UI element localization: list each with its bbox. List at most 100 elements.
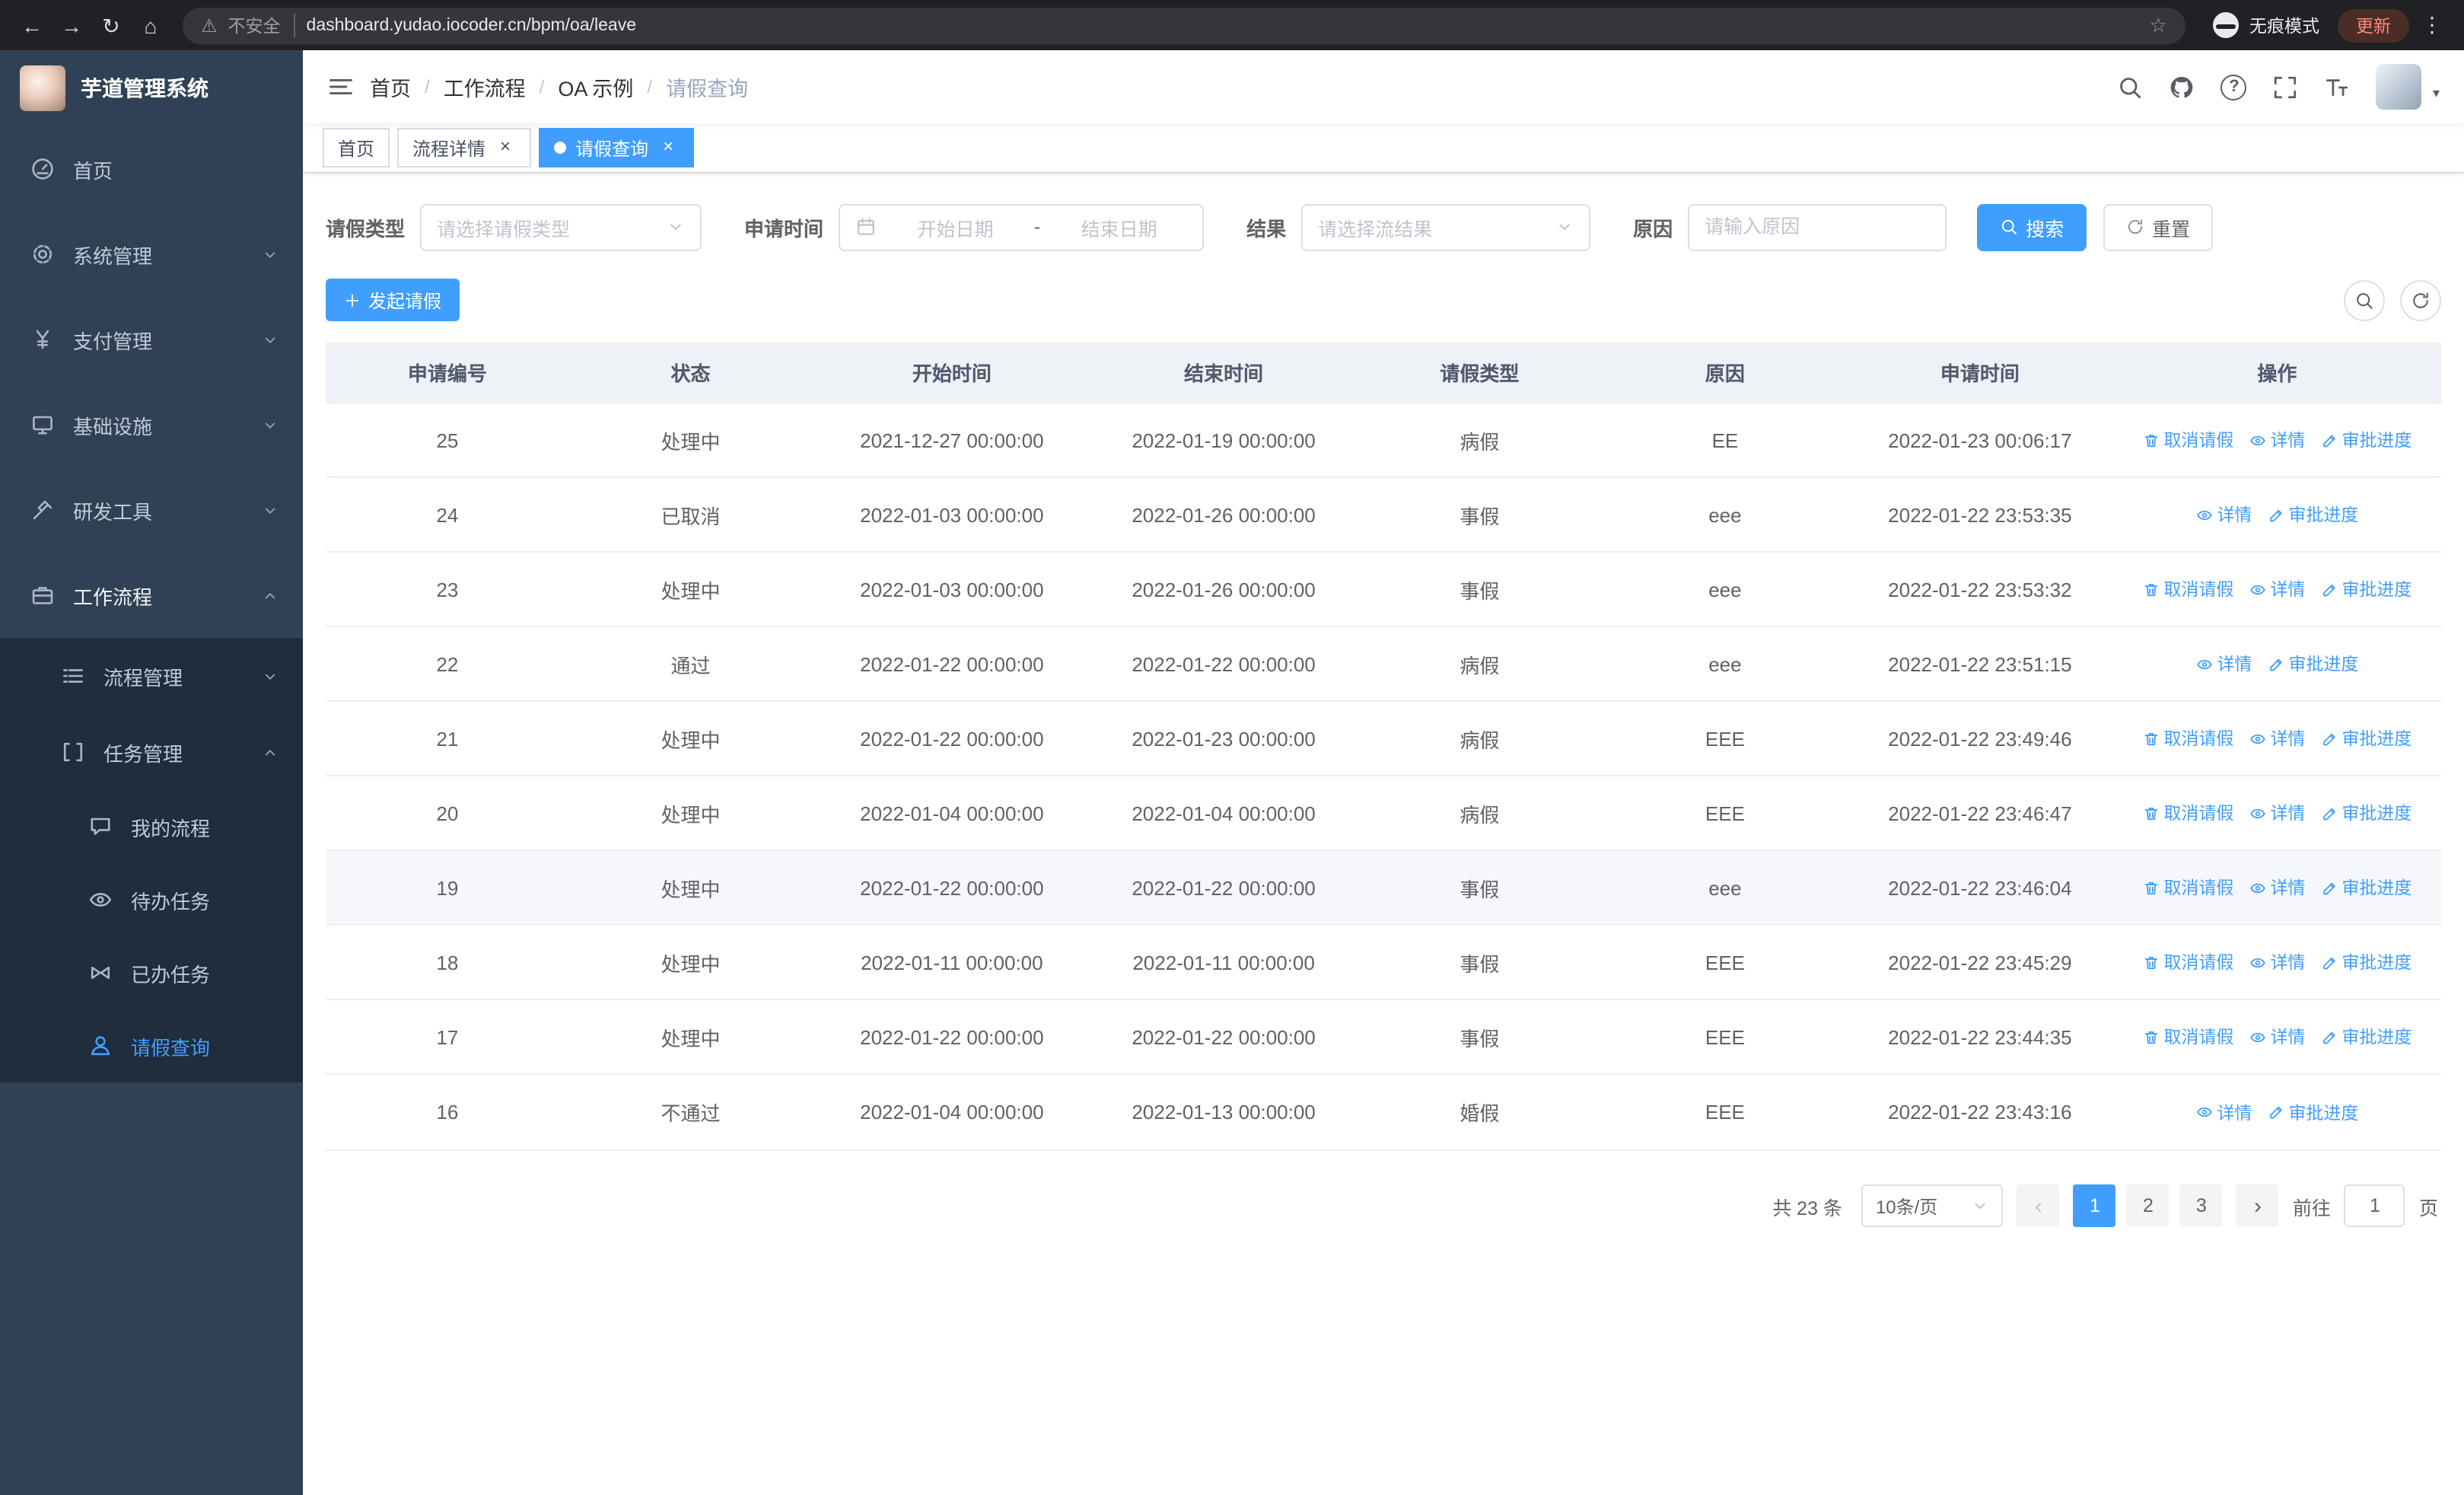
address-bar[interactable]: ⚠ 不安全 dashboard.yudao.iocoder.cn/bpm/oa/… [183,7,2185,43]
action-detail-link[interactable]: 详情 [2249,577,2305,601]
tab-process-detail[interactable]: 流程详情 × [397,128,532,167]
action-cancel-link[interactable]: 取消请假 [2142,950,2233,974]
prev-page-button[interactable]: ‹ [2017,1184,2060,1227]
next-page-button[interactable]: › [2236,1184,2279,1227]
action-detail-link[interactable]: 详情 [2249,428,2305,452]
breadcrumb-separator: / [539,76,545,97]
action-progress-link[interactable]: 审批进度 [2320,1025,2411,1049]
user-avatar[interactable] [2376,64,2422,110]
action-progress-link[interactable]: 审批进度 [2267,652,2358,676]
action-progress-link[interactable]: 审批进度 [2320,428,2411,452]
search-button[interactable]: 搜索 [1977,203,2087,250]
table-row-20[interactable]: 20 处理中 2022-01-04 00:00:00 2022-01-04 00:00… [326,776,2441,851]
fullscreen-icon[interactable] [2273,74,2299,100]
reset-button[interactable]: 重置 [2103,203,2214,250]
breadcrumb-item[interactable]: 工作流程 [444,72,526,102]
page-button-3[interactable]: 3 [2179,1184,2223,1227]
sidebar-item-done-tasks[interactable]: 已办任务 [0,936,303,1009]
table-row-18[interactable]: 18 处理中 2022-01-11 00:00:00 2022-01-11 00:00… [326,926,2441,1000]
toggle-search-button[interactable] [2344,279,2385,320]
table-row-17[interactable]: 17 处理中 2022-01-22 00:00:00 2022-01-22 00:00… [326,1000,2441,1075]
help-icon[interactable]: ? [2220,74,2247,100]
action-detail-link[interactable]: 详情 [2195,652,2252,676]
action-progress-link[interactable]: 审批进度 [2320,801,2411,825]
table-row-24[interactable]: 24 已取消 2022-01-03 00:00:00 2022-01-26 00:00… [326,478,2441,553]
table-row-23[interactable]: 23 处理中 2022-01-03 00:00:00 2022-01-26 00:00… [326,553,2441,627]
action-progress-link[interactable]: 审批进度 [2320,875,2411,900]
action-progress-link[interactable]: 审批进度 [2267,1100,2358,1124]
sidebar-collapse-icon[interactable] [327,73,355,100]
app-logo[interactable]: 芋道管理系统 [0,50,303,126]
sidebar-item-home[interactable]: 首页 [0,126,303,212]
page-button-2[interactable]: 2 [2126,1184,2170,1227]
tab-leave-query[interactable]: 请假查询 × [539,128,695,167]
sidebar-item-label: 工作流程 [73,585,153,608]
action-cancel-link[interactable]: 取消请假 [2142,577,2233,601]
back-icon[interactable]: ← [15,8,49,42]
table-row-21[interactable]: 21 处理中 2022-01-22 00:00:00 2022-01-23 00:00… [326,702,2441,776]
sidebar-item-workflow[interactable]: 工作流程 [0,553,303,638]
sidebar-item-task-management[interactable]: 任务管理 [0,714,303,790]
trash-icon [2142,954,2159,971]
font-size-icon[interactable] [2325,74,2351,100]
cell-start: 2021-12-27 00:00:00 [860,429,1044,451]
action-detail-link[interactable]: 详情 [2249,1025,2305,1049]
sidebar-item-todo-tasks[interactable]: 待办任务 [0,863,303,936]
breadcrumb-item[interactable]: OA 示例 [558,72,633,102]
tab-close-icon[interactable]: × [657,136,679,158]
action-progress-link[interactable]: 审批进度 [2267,502,2358,527]
sidebar-item-process-management[interactable]: 流程管理 [0,638,303,714]
action-detail-link[interactable]: 详情 [2195,502,2252,527]
goto-page-input[interactable] [2344,1184,2405,1227]
action-progress-link[interactable]: 审批进度 [2320,577,2411,601]
sidebar-item-my-process[interactable]: 我的流程 [0,790,303,863]
action-detail-link[interactable]: 详情 [2249,726,2305,751]
home-icon[interactable]: ⌂ [134,8,167,42]
sidebar-item-leave-query[interactable]: 请假查询 [0,1009,303,1082]
action-cancel-link[interactable]: 取消请假 [2142,1025,2233,1049]
table-row-19[interactable]: 19 处理中 2022-01-22 00:00:00 2022-01-22 00:00… [326,851,2441,926]
action-progress-link[interactable]: 审批进度 [2320,726,2411,751]
cell-reason: eee [1708,652,1742,675]
sidebar-item-infrastructure[interactable]: 基础设施 [0,382,303,467]
search-icon[interactable] [2118,74,2144,100]
create-leave-button[interactable]: 发起请假 [326,279,460,321]
update-button[interactable]: 更新 [2338,8,2409,42]
bookmark-star-icon[interactable]: ☆ [2150,13,2167,37]
page-size-select[interactable]: 10条/页 [1861,1184,2004,1227]
cell-type: 病假 [1460,728,1500,751]
table-row-16[interactable]: 16 不通过 2022-01-04 00:00:00 2022-01-13 00:00… [326,1075,2441,1149]
action-detail-link[interactable]: 详情 [2249,875,2305,900]
action-cancel-link[interactable]: 取消请假 [2142,801,2233,825]
action-detail-link[interactable]: 详情 [2249,950,2305,974]
apply-time-range-picker[interactable]: 开始日期 - 结束日期 [839,203,1205,250]
page-button-1[interactable]: 1 [2073,1184,2116,1227]
action-cancel-link[interactable]: 取消请假 [2142,428,2233,452]
sidebar-item-dev-tools[interactable]: 研发工具 [0,467,303,553]
sidebar-item-system-management[interactable]: 系统管理 [0,212,303,297]
forward-icon[interactable]: → [55,8,88,42]
browser-menu-icon[interactable]: ⋮ [2415,12,2449,38]
url-text: dashboard.yudao.iocoder.cn/bpm/oa/leave [306,16,637,34]
table-row-25[interactable]: 25 处理中 2021-12-27 00:00:00 2022-01-19 00:00… [326,403,2441,478]
chevron-down-icon [262,246,279,263]
reload-icon[interactable]: ↻ [94,8,128,42]
result-select[interactable]: 请选择流结果 [1301,203,1591,250]
tab-home[interactable]: 首页 [323,128,390,167]
avatar-caret-icon[interactable]: ▾ [2433,85,2440,110]
action-cancel-link[interactable]: 取消请假 [2142,726,2233,751]
table-body: 25 处理中 2021-12-27 00:00:00 2022-01-19 00:00… [326,403,2441,1149]
leave-type-select[interactable]: 请选择请假类型 [420,203,702,250]
refresh-table-button[interactable] [2400,279,2441,320]
breadcrumb-item[interactable]: 首页 [370,72,411,102]
action-detail-link[interactable]: 详情 [2195,1100,2252,1124]
reason-input[interactable] [1689,205,1946,249]
action-cancel-link[interactable]: 取消请假 [2142,875,2233,900]
action-detail-link[interactable]: 详情 [2249,801,2305,825]
sidebar-item-payment-management[interactable]: 支付管理 [0,297,303,382]
github-icon[interactable] [2170,74,2195,100]
action-progress-link[interactable]: 审批进度 [2320,950,2411,974]
table-row-22[interactable]: 22 通过 2022-01-22 00:00:00 2022-01-22 00:00:… [326,627,2441,702]
tab-close-icon[interactable]: × [495,136,516,158]
eye-icon [2249,730,2265,747]
